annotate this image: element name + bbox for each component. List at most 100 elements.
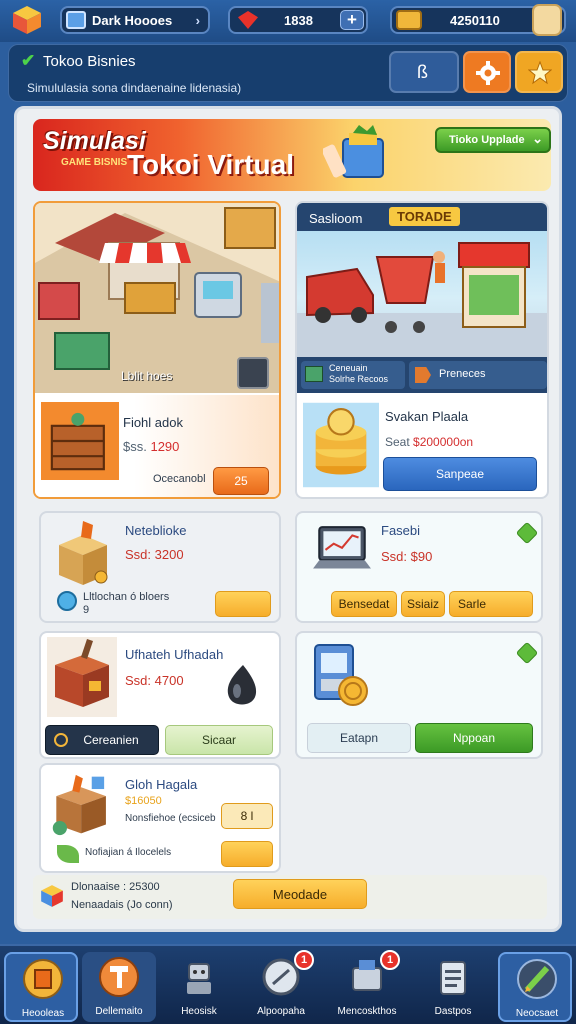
laptop-icon [313,526,371,569]
machine-option-2-label: Nppoan [452,731,496,745]
box-item-detail: Lltlochan ó bloers 9 [83,591,170,616]
oil-drop-icon [227,665,257,705]
profile-button[interactable]: ß [389,51,459,93]
nav-item-store[interactable]: Heooleas [4,952,78,1022]
gem-icon [238,11,258,29]
gift-buy-button[interactable] [221,841,273,867]
store-item-count-button[interactable]: 25 [213,467,269,495]
machine-option-1-label: Eatapn [339,731,379,745]
store-card[interactable]: Lblit hoes Fiohl adok $ss. 1290 Ocecanob… [33,201,281,499]
check-icon: ✔ [21,51,36,70]
crate-option-2-button[interactable]: Sicaar [165,725,273,755]
tab-preferences[interactable]: Preneces [409,361,547,389]
laptop-item-name: Fasebi [381,523,421,538]
store-item-price-value: 1290 [150,439,180,454]
footer-action-button[interactable]: Meodade [233,879,367,909]
nav-item-pencil[interactable]: Neocsaet [498,952,572,1022]
profile-icon: ß [417,62,428,82]
gift-item-price: $16050 [125,795,162,807]
laptop-option-3-button[interactable]: Sarle [449,591,533,617]
laptop-option-3-label: Sarle [458,597,487,611]
laptop-item-price: Ssd: $90 [381,549,433,564]
nav-item-robot[interactable]: Heosisk [162,952,236,1022]
footer-line-2: Nenaadais (Jo conn) [71,899,173,911]
chevron-right-icon: › [195,13,200,28]
delivery-action-label: Sanpeae [435,467,485,481]
tag-icon [415,367,431,383]
nav-item-cart[interactable]: 1 Mencoskthos [330,950,404,1022]
favorites-button[interactable] [515,51,563,93]
coins-counter: 4250110 [390,4,566,36]
machine-option-1-button[interactable]: Eatapn [307,723,411,753]
notification-badge: 1 [294,950,314,970]
treasure-icon [396,10,422,30]
pet-avatar-icon[interactable] [532,4,562,36]
machine-card[interactable]: Eatapn Nppoan [295,631,543,759]
top-bar: Dark Hoooes › 1838 + 4250110 [0,0,576,42]
shop-panel: Simulasi GAME BISNIS Tokoi Virtual Tioko… [14,106,562,932]
nav-item-clipboard[interactable]: Dastpos [416,952,490,1022]
laptop-option-2-button[interactable]: Ssiaiz [401,591,445,617]
gift-item-extra: Nofiajian á Ilocelels [85,847,172,858]
red-crate-icon [47,637,117,717]
settings-button[interactable] [463,51,511,93]
pencil-icon [517,959,557,999]
nav-label-store: Heooleas [21,1008,65,1019]
store-upgrade-label: Tioko Upplade [449,134,525,146]
tab-stock-label: Ceneuain Solrhe Recoos [329,363,389,384]
store-icon [23,959,63,999]
footer-action-label: Meodade [272,886,328,902]
simulasi-sub-label: GAME BISNIS [61,157,128,168]
laptop-option-2-label: Ssiaiz [406,597,439,611]
laptop-card[interactable]: Fasebi Ssd: $90 Bensedat Ssiaiz Sarle [295,511,543,623]
delivery-scene: Saslioom TORADE Ceneuain Solrhe Recoos P… [297,203,547,393]
title-banner: Simulasi GAME BISNIS Tokoi Virtual Tioko… [33,119,551,191]
add-gems-button[interactable]: + [340,10,364,30]
gear-icon [476,61,500,85]
box-card[interactable]: Neteblioke Ssd: 3200 Lltlochan ó bloers … [39,511,281,623]
gift-card[interactable]: Gloh Hagala $16050 Nonsfiehoe (ecsiceb 8… [39,763,281,873]
expand-icon[interactable] [237,357,269,389]
nav-label-cart: Mencoskthos [337,1006,397,1017]
box-item-price: Ssd: 3200 [125,547,184,562]
box-item-name: Neteblioke [125,523,187,538]
store-header: ✔ Tokoo Bisnies Simululasia sona dindaen… [8,44,568,102]
stock-box-icon [305,366,323,382]
bottom-nav: Heooleas Dellemaito Heosisk 1 Alpoopaha … [0,944,576,1024]
delivery-card[interactable]: Saslioom TORADE Ceneuain Solrhe Recoos P… [295,201,549,499]
delivery-action-button[interactable]: Sanpeae [383,457,537,491]
machine-option-2-button[interactable]: Nppoan [415,723,533,753]
footer-line-1: Dlonaaise : 25300 [71,881,160,893]
clipboard-icon [440,961,466,995]
nav-item-compass[interactable]: 1 Alpoopaha [244,950,318,1022]
cardboard-box-icon [59,521,108,585]
tab-stock[interactable]: Ceneuain Solrhe Recoos [301,361,405,389]
nav-item-build[interactable]: Dellemaito [82,952,156,1022]
delivery-item-price-prefix: Seat [385,435,410,449]
crate-option-1-label: Cereanien [83,733,139,747]
nav-label-robot: Heosisk [181,1006,217,1017]
store-upgrade-button[interactable]: Tioko Upplade ⌄ [435,127,551,153]
box-buy-button[interactable] [215,591,271,617]
store-item-price: $ss. 1290 [123,439,179,454]
nav-label-clipboard: Dastpos [434,1006,472,1017]
crate-option-2-label: Sicaar [201,733,236,747]
wooden-crate-icon [41,402,119,480]
crate-option-1-button[interactable]: Cereanien [45,725,159,755]
info-pin-icon [57,591,77,611]
gift-item-detail: Nonsfiehoe (ecsiceb [125,813,216,824]
store-selector[interactable]: Dark Hoooes › [60,6,210,34]
gift-qty-button[interactable]: 8 l [221,803,273,829]
crate-card[interactable]: Ufhateh Ufhadah Ssd: 4700 Cereanien Sica… [39,631,281,759]
stats-footer: Dlonaaise : 25300 Nenaadais (Jo conn) Me… [33,875,547,919]
gift-item-name: Gloh Hagala [125,777,198,792]
laptop-option-1-button[interactable]: Bensedat [331,591,397,617]
store-item-count: 25 [234,474,248,488]
laptop-option-1-label: Bensedat [338,597,390,611]
green-tag-icon [515,641,539,665]
shopping-bag-icon [323,125,384,178]
delivery-tab-bar: Ceneuain Solrhe Recoos Preneces [297,357,547,393]
star-icon [528,61,552,85]
coin-stack-icon [303,402,379,488]
robot-icon [187,963,211,994]
